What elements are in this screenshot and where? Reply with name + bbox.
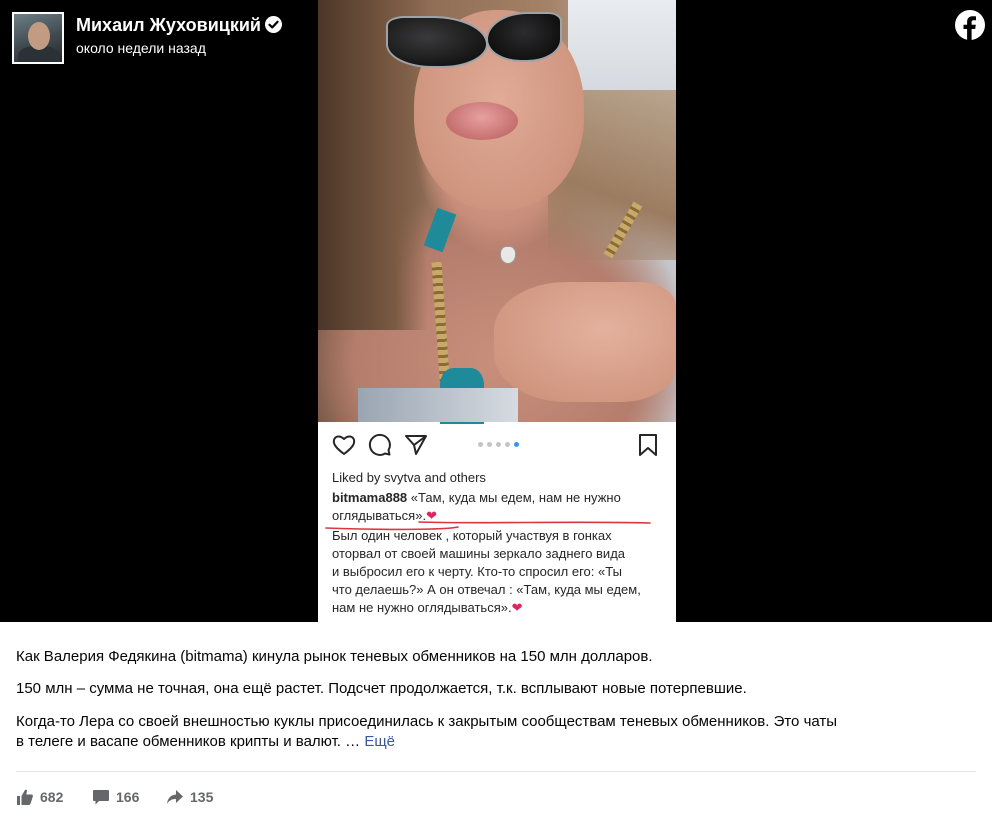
facebook-logo-icon[interactable] (955, 10, 985, 40)
post-paragraph: Как Валерия Федякина (bitmama) кинула ры… (16, 648, 653, 665)
instagram-body-line: и выбросил его к черту. Кто-то спросил е… (332, 564, 622, 579)
carousel-dot (487, 442, 492, 447)
send-icon (405, 435, 427, 455)
instagram-body-line-text: нам не нужно оглядываться». (332, 600, 512, 615)
carousel-dot (505, 442, 510, 447)
comments-count[interactable]: 166 (92, 786, 152, 808)
thumbs-up-icon (17, 789, 33, 805)
author-name-row: Михаил Жуховицкий (76, 14, 282, 36)
post-paragraph: Когда-то Лера со своей внешностью куклы … (16, 712, 976, 752)
shares-count[interactable]: 135 (166, 786, 226, 808)
instagram-body-line: Был один человек , который участвуя в го… (332, 528, 612, 543)
instagram-likes-text: Liked by svytva and others (332, 470, 486, 485)
instagram-body-line: что делаешь?» А он отвечал : «Там, куда … (332, 582, 641, 597)
likes-count[interactable]: 682 (16, 786, 76, 808)
verified-check-icon (264, 16, 282, 33)
instagram-screenshot: Liked by svytva and others bitmama888 «Т… (318, 0, 676, 622)
heart-icon (332, 435, 356, 455)
author-name[interactable]: Михаил Жуховицкий (76, 15, 261, 35)
carousel-dot (496, 442, 501, 447)
see-more-link[interactable]: Ещё (364, 733, 395, 750)
carousel-dot (514, 442, 519, 447)
post-paragraph-line: в телеге и васапе обменников крипты и ва… (16, 733, 365, 750)
post-media[interactable]: Liked by svytva and others bitmama888 «Т… (0, 0, 992, 622)
instagram-caption-line: bitmama888 «Там, куда мы едем, нам не ну… (332, 489, 666, 507)
speech-bubble-icon (93, 790, 109, 805)
shares-count-value: 135 (190, 789, 214, 805)
red-heart-icon: ❤ (511, 600, 523, 615)
instagram-body-line: нам не нужно оглядываться».❤ (332, 599, 666, 617)
post-paragraph: 150 млн – сумма не точная, она ещё расте… (16, 680, 747, 697)
bookmark-icon (639, 434, 657, 456)
author-avatar[interactable] (12, 12, 64, 64)
post-timestamp[interactable]: около недели назад (76, 39, 206, 57)
post-paragraph-line: Когда-то Лера со своей внешностью куклы … (16, 713, 838, 730)
carousel-dot (478, 442, 483, 447)
likes-count-value: 682 (40, 789, 64, 805)
instagram-caption-quote: «Там, куда мы едем, нам не нужно (410, 490, 621, 505)
share-arrow-icon (167, 790, 183, 804)
comment-icon (368, 433, 391, 456)
carousel-dots (478, 442, 522, 448)
divider (16, 771, 976, 772)
comments-count-value: 166 (116, 789, 140, 805)
instagram-body-line: оторвал от своей машины зеркало заднего … (332, 546, 626, 561)
post-photo (318, 0, 676, 424)
instagram-username: bitmama888 (332, 490, 408, 505)
